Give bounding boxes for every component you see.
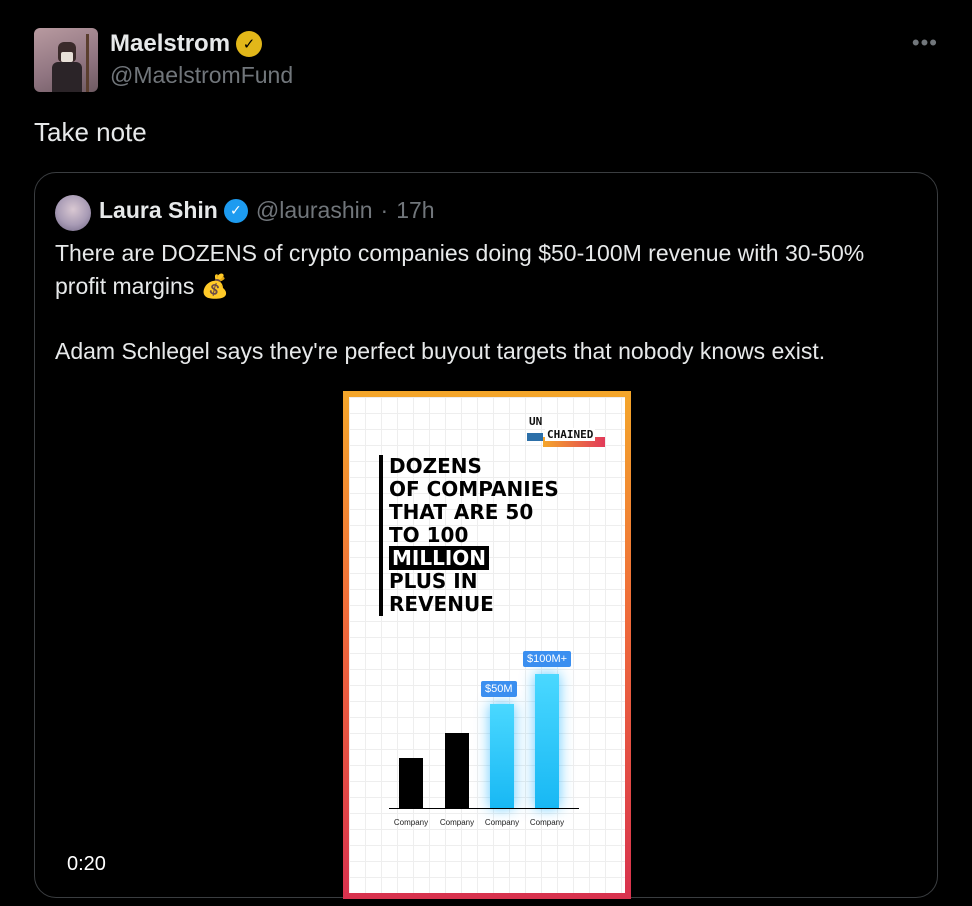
headline-highlight: MILLION [389,546,490,570]
more-horizontal-icon[interactable]: ••• [912,30,938,56]
headline-line: REVENUE [389,592,494,616]
author-name[interactable]: Maelstrom [110,30,230,58]
headline-line: PLUS IN [389,569,478,593]
logo-text-2: CHAINED [545,428,596,441]
logo-text-1: UN [529,415,543,428]
quoted-paragraph-1: There are DOZENS of crypto companies doi… [55,240,865,299]
video-headline: DOZENS OF COMPANIES THAT ARE 50 TO 100 M… [379,455,559,616]
author-handle[interactable]: @MaelstromFund [110,62,293,89]
bar-label: Company [439,818,475,827]
verified-blue-badge-icon: ✓ [223,198,248,223]
headline-line: TO 100 [389,523,469,547]
quoted-tweet-header: Laura Shin ✓ @laurashin · 17h [99,197,435,224]
bar-label: Company [393,818,429,827]
video-bar-graphic: $50M $100M+ Company Company Company Comp… [389,637,589,827]
quoted-tweet[interactable]: Laura Shin ✓ @laurashin · 17h There are … [34,172,938,899]
unchained-logo: UN CHAINED [527,415,607,449]
quoted-timestamp[interactable]: 17h [396,197,434,224]
author-name-row: Maelstrom ✓ [110,30,263,58]
quoted-tweet-body: There are DOZENS of crypto companies doi… [55,237,915,368]
headline-line: THAT ARE 50 [389,500,534,524]
headline-line: DOZENS [389,454,482,478]
bar-2 [445,733,469,808]
bar-label: Company [529,818,565,827]
quoted-paragraph-2: Adam Schlegel says they're perfect buyou… [55,338,826,364]
video-player[interactable]: UN CHAINED DOZENS OF COMPANIES THAT ARE … [343,391,631,899]
headline-line: OF COMPANIES [389,477,559,501]
video-frame: UN CHAINED DOZENS OF COMPANIES THAT ARE … [349,397,625,893]
value-label-100m: $100M+ [523,651,572,667]
author-avatar[interactable] [34,28,98,92]
bar-4 [535,674,559,808]
chart-axis [389,808,579,809]
verified-gold-badge-icon: ✓ [236,31,263,57]
bar-1 [399,758,423,808]
quoted-author-avatar[interactable] [55,195,91,231]
video-duration: 0:20 [67,853,106,875]
quoted-author-handle[interactable]: @laurashin [256,197,373,224]
quoted-author-name[interactable]: Laura Shin [99,197,218,224]
bar-3 [490,704,514,808]
meta-separator: · [380,197,389,223]
bar-label: Company [484,818,520,827]
tweet-text: Take note [34,117,147,147]
value-label-50m: $50M [481,681,517,697]
